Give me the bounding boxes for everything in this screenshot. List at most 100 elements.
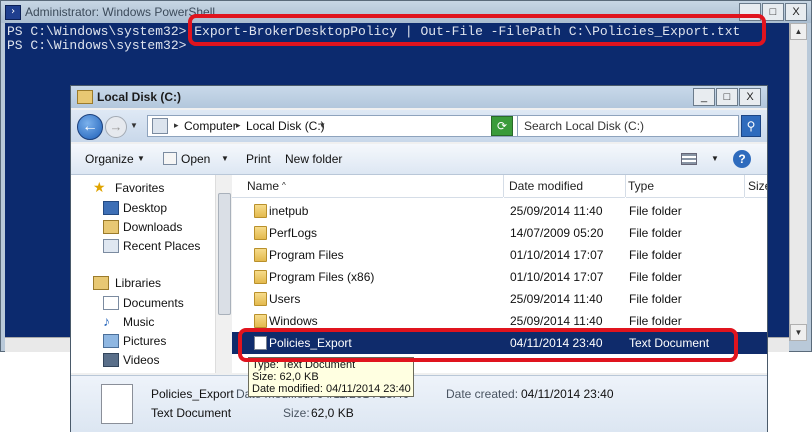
address-bar-area: ← → ▼ ▸ Computer ▸ Local Disk (C:) ▾ ▾ ⟳…	[71, 110, 767, 142]
search-icon[interactable]: ⚲	[741, 115, 761, 137]
file-name: PerfLogs	[269, 226, 318, 240]
powershell-title: Administrator: Windows PowerShell	[25, 5, 216, 19]
music-icon: ♪	[103, 313, 110, 329]
back-arrow-icon[interactable]: ←	[77, 114, 103, 140]
powershell-vertical-scrollbar[interactable]: ▲ ▼	[789, 23, 807, 341]
scroll-up-icon[interactable]: ▲	[790, 23, 807, 40]
favorites-label: Favorites	[115, 181, 165, 195]
new-folder-button[interactable]: New folder	[285, 152, 342, 166]
address-bar[interactable]: ▸ Computer ▸ Local Disk (C:) ▾ ▾	[147, 115, 539, 137]
file-date: 25/09/2014 11:40	[510, 292, 603, 306]
file-date: 14/07/2009 05:20	[510, 226, 604, 240]
details-size: 62,0 KB	[311, 406, 354, 420]
folder-icon	[254, 270, 267, 284]
file-row-inetpub[interactable]: inetpub 25/09/2014 11:40 File folder	[232, 200, 767, 222]
file-row-program-files[interactable]: Program Files 01/10/2014 17:07 File fold…	[232, 244, 767, 266]
sidebar-item-label: Videos	[123, 353, 160, 367]
recent-places-icon	[103, 239, 119, 253]
minimize-button[interactable]: _	[693, 88, 715, 106]
file-date: 01/10/2014 17:07	[510, 270, 604, 284]
chevron-right-icon[interactable]: ▸	[236, 120, 241, 131]
chevron-down-icon[interactable]: ▼	[137, 154, 145, 163]
file-row-program-files-x86[interactable]: Program Files (x86) 01/10/2014 17:07 Fil…	[232, 266, 767, 288]
tooltip-modified: Date modified: 04/11/2014 23:40	[252, 383, 411, 395]
file-name: Users	[269, 292, 301, 306]
organize-button[interactable]: Organize	[85, 152, 134, 166]
computer-icon	[152, 118, 168, 134]
open-button[interactable]: Open	[181, 152, 210, 166]
file-date: 25/09/2014 11:40	[510, 314, 603, 328]
file-type: File folder	[629, 248, 682, 262]
file-type: File folder	[629, 292, 682, 306]
chevron-down-icon[interactable]: ▼	[221, 154, 229, 163]
column-label: Type	[628, 179, 655, 193]
sidebar-item-label: Recent Places	[123, 239, 201, 253]
search-placeholder: Search Local Disk (C:)	[524, 119, 645, 133]
forward-arrow-icon[interactable]: →	[105, 116, 127, 138]
file-type: File folder	[629, 314, 682, 328]
open-icon	[163, 152, 177, 165]
column-header-type[interactable]: Type	[626, 175, 744, 198]
column-label: Date modified	[509, 179, 584, 193]
column-header-date[interactable]: Date modified	[504, 175, 625, 198]
explorer-title-bar[interactable]: Local Disk (C:) _ □ X	[71, 86, 767, 108]
chevron-down-icon[interactable]: ▼	[711, 154, 719, 163]
scroll-thumb[interactable]	[218, 193, 231, 315]
close-button[interactable]: X	[785, 3, 807, 21]
folder-icon	[254, 226, 267, 240]
explorer-title: Local Disk (C:)	[97, 90, 182, 104]
details-file-type: Text Document	[151, 406, 232, 420]
close-button[interactable]: X	[739, 88, 761, 106]
file-date: 25/09/2014 11:40	[510, 204, 603, 218]
file-name: Program Files	[269, 248, 344, 262]
text-document-icon	[101, 384, 133, 424]
folder-icon	[254, 204, 267, 218]
folder-icon	[254, 248, 267, 262]
column-header-name[interactable]: Name ^	[232, 175, 503, 198]
print-button[interactable]: Print	[246, 152, 271, 166]
help-icon[interactable]: ?	[733, 150, 751, 168]
powershell-icon: ›	[5, 5, 21, 20]
breadcrumb-local-disk[interactable]: Local Disk (C:)	[246, 119, 325, 133]
star-icon: ★	[93, 179, 106, 195]
breadcrumb-computer[interactable]: Computer	[184, 119, 237, 133]
file-name: inetpub	[269, 204, 309, 218]
sidebar-item-label: Pictures	[123, 334, 167, 348]
file-row-users[interactable]: Users 25/09/2014 11:40 File folder	[232, 288, 767, 310]
details-pane: Policies_Export Text Document Date modif…	[71, 375, 767, 432]
file-row-perflogs[interactable]: PerfLogs 14/07/2009 05:20 File folder	[232, 222, 767, 244]
libraries-label: Libraries	[115, 276, 162, 290]
file-type: File folder	[629, 226, 682, 240]
sidebar-item-label: Documents	[123, 296, 184, 310]
recent-pages-chevron-icon[interactable]: ▼	[130, 121, 138, 130]
documents-icon	[103, 296, 119, 310]
file-type: File folder	[629, 270, 682, 284]
sidebar-item-label: Music	[123, 315, 155, 329]
scroll-down-icon[interactable]: ▼	[790, 324, 807, 341]
column-label: Size	[748, 179, 767, 193]
navigation-scrollbar[interactable]	[215, 175, 232, 373]
desktop-icon	[103, 201, 119, 215]
chevron-right-icon[interactable]: ▸	[174, 120, 179, 131]
column-label: Name	[247, 179, 280, 193]
pictures-icon	[103, 334, 119, 348]
videos-icon	[103, 353, 119, 367]
file-type: File folder	[629, 204, 682, 218]
downloads-icon	[103, 220, 119, 234]
folder-icon	[254, 292, 267, 306]
search-input[interactable]: Search Local Disk (C:)	[517, 115, 739, 137]
refresh-icon[interactable]: ⟳	[491, 116, 513, 136]
command-bar: Organize ▼ Open ▼ Print New folder ▼ ?	[71, 144, 767, 175]
file-name: Windows	[269, 314, 318, 328]
file-tooltip: Type: Text Document Size: 62,0 KB Date m…	[248, 357, 414, 397]
column-header-size[interactable]: Size	[745, 175, 767, 198]
sidebar-item-label: Desktop	[123, 201, 168, 215]
file-highlight	[238, 328, 738, 362]
view-options-icon[interactable]	[681, 153, 697, 165]
sidebar-item-label: Downloads	[123, 220, 183, 234]
chevron-down-icon[interactable]: ▾	[320, 120, 325, 131]
drive-icon	[77, 90, 93, 104]
sort-ascending-icon: ^	[282, 181, 286, 190]
command-highlight	[188, 14, 766, 46]
maximize-button[interactable]: □	[716, 88, 738, 106]
